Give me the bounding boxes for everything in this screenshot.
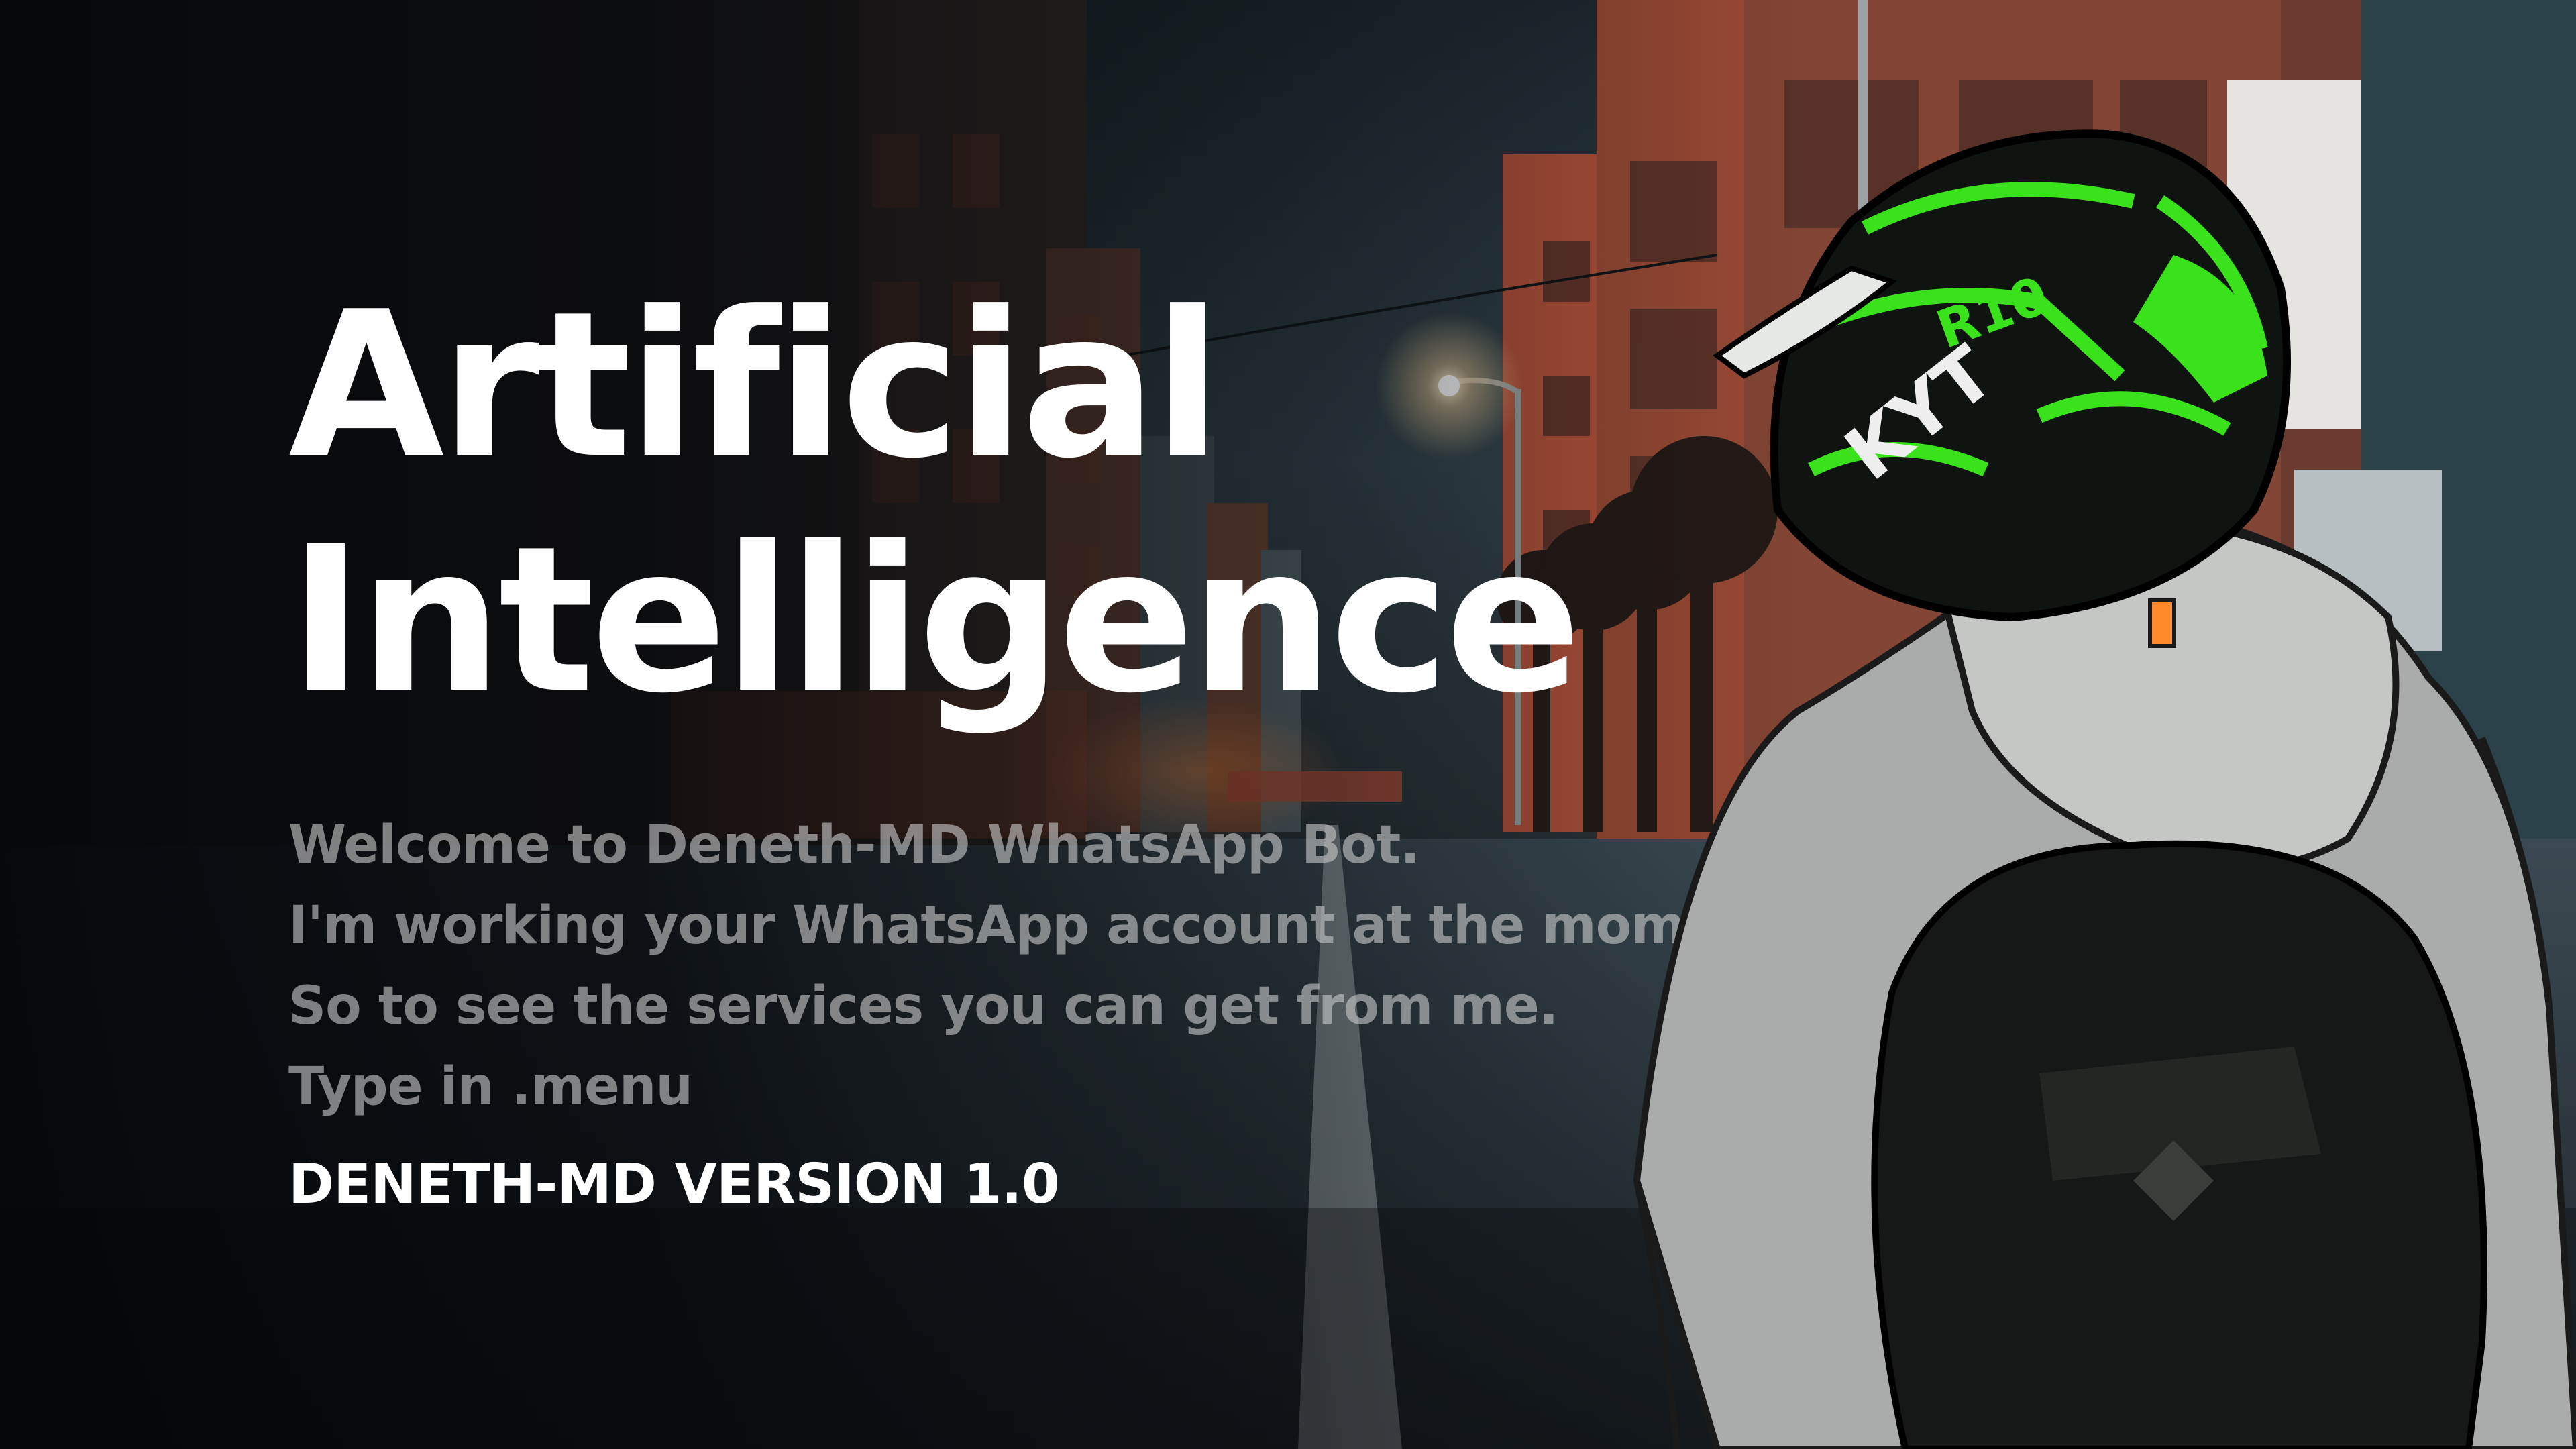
helmet-rider-illustration: R10 KYT xyxy=(1633,129,2576,1449)
bot-banner: Artificial Intelligence Welcome to Denet… xyxy=(0,0,2576,1449)
